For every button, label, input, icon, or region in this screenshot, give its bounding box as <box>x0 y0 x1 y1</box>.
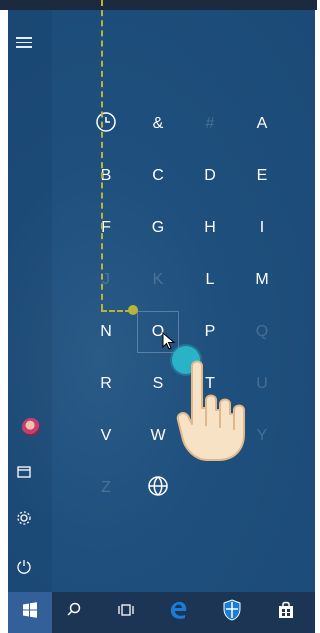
letter-cell[interactable]: & <box>132 98 184 150</box>
edge-browser-button[interactable] <box>156 592 200 633</box>
guide-dot <box>128 305 138 315</box>
taskbar-search-button[interactable] <box>52 592 96 633</box>
hamburger-icon[interactable] <box>12 34 36 58</box>
task-view-icon <box>117 603 135 622</box>
hand-pointer-icon <box>176 356 268 471</box>
edge-icon <box>168 600 188 625</box>
letter-cell[interactable]: C <box>132 150 184 202</box>
search-icon <box>66 602 82 623</box>
settings-icon[interactable] <box>12 510 36 534</box>
letter-cell[interactable]: V <box>80 410 132 462</box>
letter-cell[interactable]: R <box>80 358 132 410</box>
windows-defender-button[interactable] <box>210 592 254 633</box>
file-explorer-icon[interactable] <box>12 464 36 488</box>
letter-cell[interactable]: E <box>236 150 288 202</box>
letter-cell[interactable]: N <box>80 306 132 358</box>
letter-cell: # <box>205 115 215 132</box>
start-button[interactable] <box>8 592 52 633</box>
letter-cell: K <box>152 271 164 288</box>
letter-cell[interactable]: A <box>236 98 288 150</box>
store-button[interactable] <box>264 592 308 633</box>
letter-cell: J <box>102 271 110 288</box>
clock-icon <box>95 111 117 138</box>
recent-letter-clock[interactable] <box>80 98 132 150</box>
start-left-rail <box>8 10 52 592</box>
letter-cell[interactable]: H <box>184 202 236 254</box>
guide-line-horizontal <box>101 310 131 312</box>
letter-cell: Z <box>101 479 111 496</box>
power-icon[interactable] <box>12 558 36 582</box>
letter-cell: Q <box>255 323 269 340</box>
letter-cell[interactable]: L <box>184 254 236 306</box>
taskbar <box>8 592 315 633</box>
letter-cell[interactable]: D <box>184 150 236 202</box>
store-icon <box>276 600 296 625</box>
letter-cell[interactable]: B <box>80 150 132 202</box>
mouse-pointer-icon <box>162 331 176 355</box>
letter-cell[interactable]: F <box>80 202 132 254</box>
defender-icon <box>222 599 242 626</box>
guide-line-vertical <box>101 0 103 310</box>
letter-cell[interactable]: G <box>132 202 184 254</box>
top-window-edge <box>0 0 317 10</box>
task-view-button[interactable] <box>104 592 148 633</box>
windows-start-icon <box>22 602 38 623</box>
globe-icon <box>147 475 169 502</box>
letter-cell[interactable]: M <box>236 254 288 306</box>
letter-cell[interactable]: I <box>236 202 288 254</box>
avatar[interactable] <box>22 418 40 436</box>
